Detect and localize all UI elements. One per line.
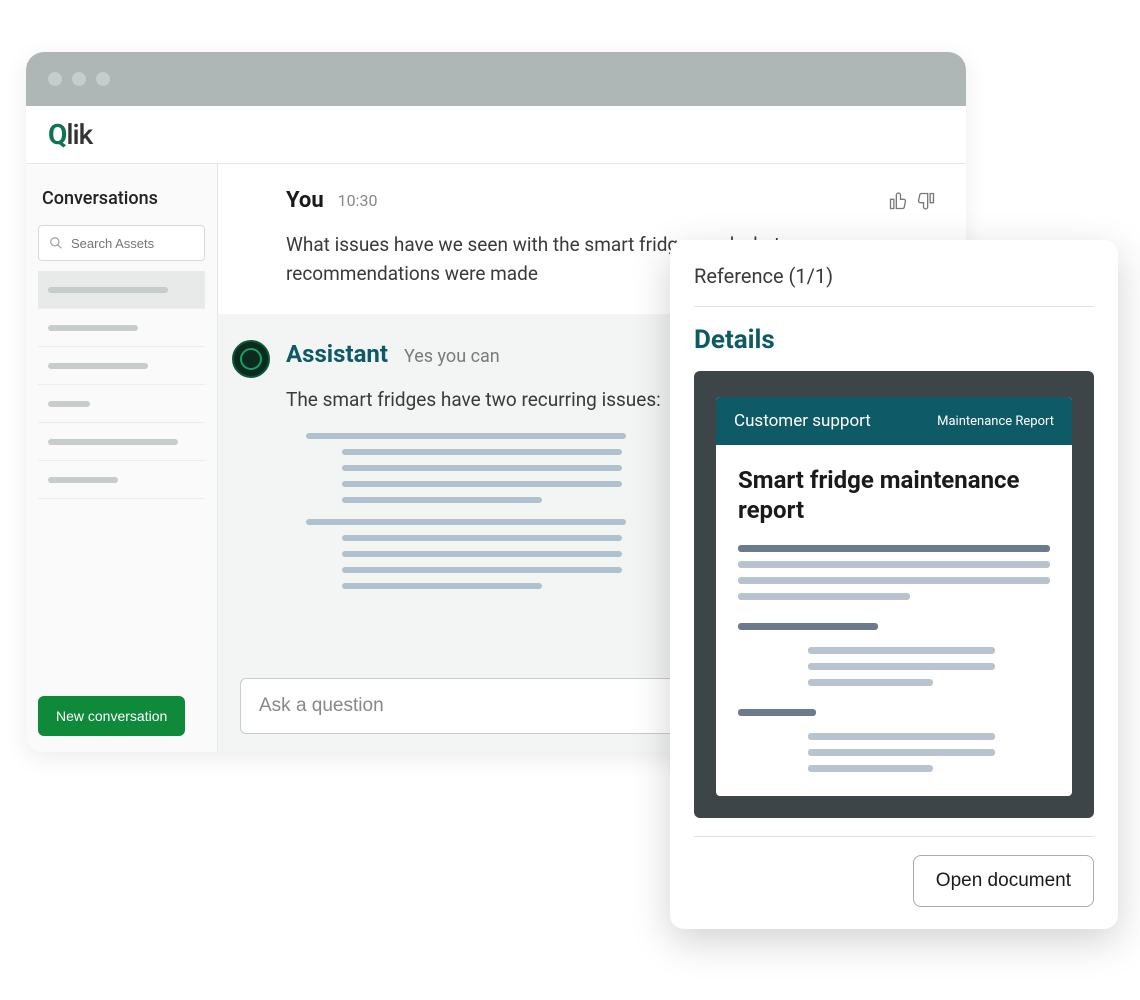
thumbs-down-icon[interactable] xyxy=(916,191,936,211)
conversation-item[interactable] xyxy=(38,385,205,423)
conversation-list xyxy=(38,271,205,499)
document-header: Customer support Maintenance Report xyxy=(716,397,1072,445)
doc-header-left: Customer support xyxy=(734,411,871,431)
logo-q: Q xyxy=(48,118,66,151)
document-body: Smart fridge maintenance report xyxy=(716,445,1072,796)
app-header: Qlik xyxy=(26,106,966,164)
window-dot-max[interactable] xyxy=(96,72,110,86)
document-title: Smart fridge maintenance report xyxy=(738,465,1050,525)
assistant-body: The smart fridges have two recurring iss… xyxy=(286,386,706,415)
reference-label: Reference (1/1) xyxy=(694,264,1094,307)
new-conversation-button[interactable]: New conversation xyxy=(38,696,185,736)
search-icon xyxy=(49,236,63,250)
sidebar-title: Conversations xyxy=(38,188,205,209)
you-label: You xyxy=(286,188,324,213)
document-preview: Customer support Maintenance Report Smar… xyxy=(694,371,1094,818)
conversation-item[interactable] xyxy=(38,271,205,309)
document-placeholder-lines xyxy=(738,545,1050,772)
conversation-item[interactable] xyxy=(38,423,205,461)
sidebar-search[interactable] xyxy=(38,225,205,261)
thumbs-up-icon[interactable] xyxy=(888,191,908,211)
assistant-subtitle: Yes you can xyxy=(404,346,500,367)
window-dot-close[interactable] xyxy=(48,72,62,86)
conversation-item[interactable] xyxy=(38,461,205,499)
sidebar: Conversations New conversation xyxy=(26,164,218,752)
details-label: Details xyxy=(694,307,1094,371)
assistant-label: Assistant xyxy=(286,340,388,368)
window-titlebar xyxy=(26,52,966,106)
document-page: Customer support Maintenance Report Smar… xyxy=(716,397,1072,796)
search-input[interactable] xyxy=(71,236,194,251)
feedback-controls xyxy=(888,191,936,211)
reference-popover: Reference (1/1) Details Customer support… xyxy=(670,240,1118,929)
conversation-item[interactable] xyxy=(38,347,205,385)
conversation-item[interactable] xyxy=(38,309,205,347)
window-dot-min[interactable] xyxy=(72,72,86,86)
assistant-avatar-icon xyxy=(232,340,270,378)
doc-header-right: Maintenance Report xyxy=(937,414,1054,429)
open-document-button[interactable]: Open document xyxy=(913,855,1094,907)
app-logo: Qlik xyxy=(48,118,92,151)
you-time: 10:30 xyxy=(338,191,378,210)
logo-lik: lik xyxy=(66,118,92,151)
